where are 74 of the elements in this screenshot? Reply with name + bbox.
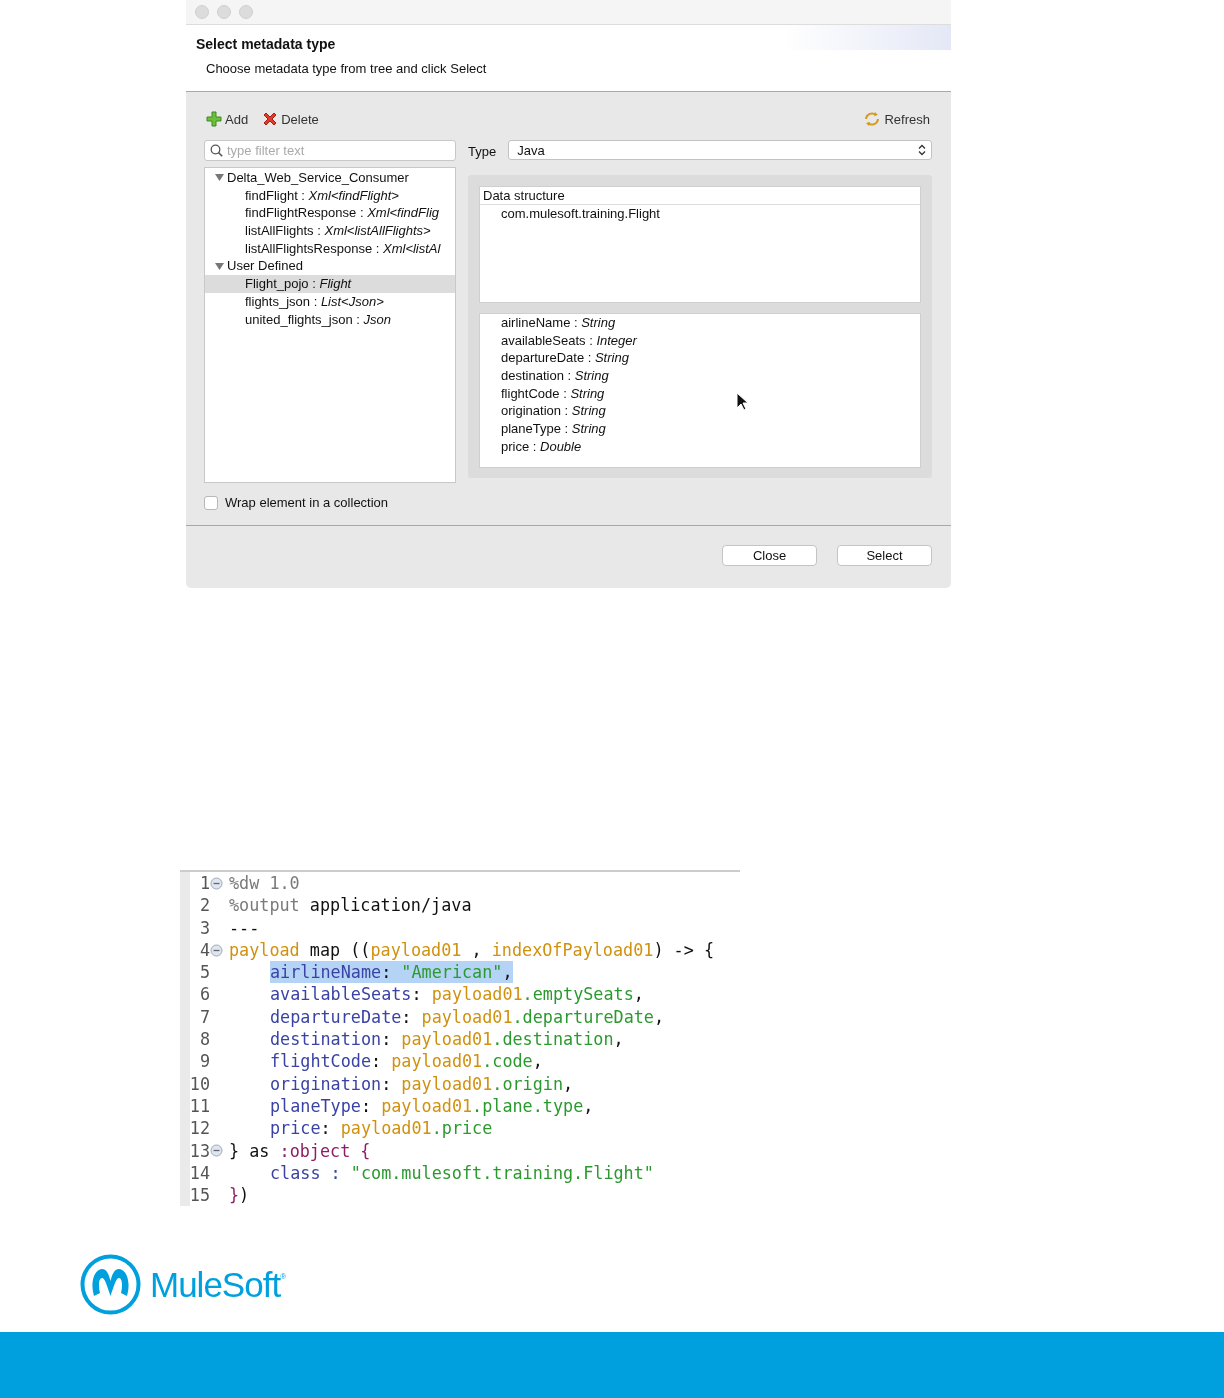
- toolbar-button[interactable]: Delete: [260, 111, 321, 127]
- toolbar-button[interactable]: Add: [204, 111, 251, 127]
- search-icon: [210, 144, 223, 157]
- code-text: flightCode: payload01.code,: [270, 1050, 543, 1073]
- code-text: availableSeats: payload01.emptySeats,: [270, 983, 644, 1006]
- line-number: 15: [188, 1184, 210, 1207]
- checkbox[interactable]: [204, 495, 218, 510]
- logo-icon: [80, 1254, 141, 1316]
- code-text: ---: [229, 916, 260, 939]
- logo-text: MuleSoft$^{®}$: [150, 1264, 286, 1305]
- toolbar-button[interactable]: Refresh: [861, 110, 932, 128]
- field-item: availableSeats : Integer: [500, 331, 637, 350]
- dialog-title: Select metadata type: [196, 36, 337, 52]
- type-select[interactable]: Java: [508, 140, 932, 160]
- filter-field[interactable]: type filter text: [204, 140, 456, 161]
- field-item: destination : String: [500, 367, 609, 385]
- code-text: destination: payload01.destination,: [270, 1028, 624, 1051]
- tree-item[interactable]: findFlight : Xml<findFlight>: [205, 186, 455, 205]
- field-item: departureDate : String: [500, 349, 629, 368]
- field-item: planeType : String: [500, 420, 606, 438]
- fold-icon[interactable]: [210, 1144, 223, 1158]
- line-number: 2: [198, 894, 210, 917]
- fold-icon[interactable]: [210, 876, 223, 890]
- column-header: Data structure: [480, 187, 920, 205]
- mouse-pointer-icon: [736, 392, 748, 411]
- code-text: planeType: payload01.plane.type,: [270, 1094, 594, 1118]
- dialog-subtitle: Choose metadata type from tree and click Select: [206, 61, 488, 76]
- field-item: airlineName : String: [500, 314, 616, 332]
- code-text: } as :object {: [229, 1139, 371, 1162]
- tree-item[interactable]: User Defined: [205, 257, 455, 276]
- line-number: 12: [188, 1117, 210, 1140]
- code-text: payload map ((payload01 , indexOfPayload01) -> {: [229, 938, 714, 962]
- triangle-icon[interactable]: [214, 261, 225, 271]
- triangle-icon[interactable]: [214, 173, 225, 183]
- line-number: 8: [198, 1028, 210, 1051]
- tree-item[interactable]: findFlightResponse : Xml<findFlig: [205, 204, 455, 223]
- line-number: 11: [188, 1094, 210, 1118]
- code-text: origination: payload01.origin,: [270, 1072, 574, 1095]
- refresh-icon: [863, 110, 882, 128]
- line-number: 9: [198, 1050, 210, 1073]
- field-item: price : Double: [500, 437, 582, 456]
- line-number: 3: [198, 916, 210, 939]
- tree-item[interactable]: listAllFlightsResponse : Xml<listAl: [205, 239, 455, 258]
- chevron-icon: [918, 144, 926, 156]
- tree-item[interactable]: united_flights_json : Json: [205, 310, 455, 329]
- class-name: com.mulesoft.training.Flight: [500, 205, 660, 223]
- line-number: 6: [198, 983, 210, 1006]
- tree-item[interactable]: Delta_Web_Service_Consumer: [205, 169, 455, 187]
- code-text: airlineName: "American",: [270, 961, 513, 984]
- field-item: flightCode : String: [500, 384, 605, 403]
- code-text: }): [229, 1184, 250, 1207]
- dialog-button[interactable]: Close: [722, 545, 817, 566]
- code-text: %dw 1.0: [229, 872, 300, 895]
- line-number: 13: [188, 1139, 210, 1162]
- code-text: price: payload01.price: [270, 1117, 493, 1140]
- delete-icon: [262, 111, 279, 127]
- line-number: 10: [188, 1072, 210, 1095]
- tree-item[interactable]: flights_json : List<Json>: [205, 292, 455, 311]
- code-text: departureDate: payload01.departureDate,: [270, 1005, 665, 1029]
- code-text: class : "com.mulesoft.training.Flight": [270, 1161, 654, 1185]
- plus-icon: [206, 111, 222, 127]
- checkbox-label: Wrap element in a collection: [225, 495, 389, 510]
- tree-item[interactable]: listAllFlights : Xml<listAllFlights>: [205, 222, 455, 240]
- type-label: Type: [468, 144, 497, 161]
- tree-item[interactable]: Flight_pojo : Flight: [205, 275, 455, 293]
- code-text: %output application/java: [229, 894, 472, 917]
- line-number: 14: [188, 1161, 210, 1185]
- line-number: 7: [198, 1005, 210, 1029]
- line-number: 1: [198, 872, 210, 895]
- dialog-button[interactable]: Select: [837, 545, 932, 566]
- field-item: origination : String: [500, 402, 606, 421]
- fold-icon[interactable]: [210, 943, 223, 957]
- line-number: 4: [198, 938, 210, 962]
- line-number: 5: [198, 961, 210, 984]
